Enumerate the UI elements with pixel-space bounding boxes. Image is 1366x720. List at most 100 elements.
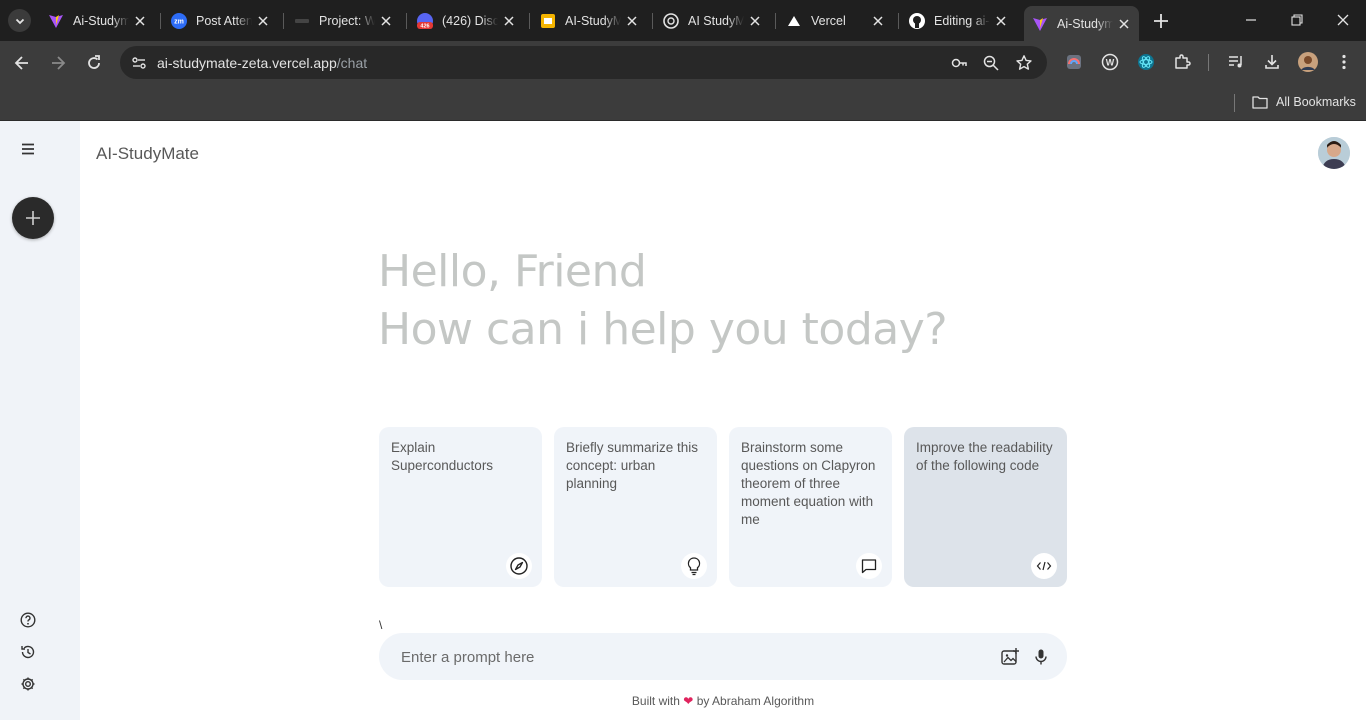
footer-prefix: Built with	[631, 694, 680, 708]
tab-title: AI StudyMate	[688, 13, 744, 28]
app-sidebar	[0, 121, 80, 720]
tab-title: (426) Discord	[442, 13, 498, 28]
suggestion-card[interactable]: Improve the readability of the following…	[904, 427, 1067, 587]
browser-tab[interactable]: Editing ai-studymate	[901, 6, 1016, 35]
browser-tab-active[interactable]: Ai-Studymate	[1024, 6, 1139, 41]
new-tab-icon[interactable]	[1151, 11, 1171, 31]
browser-tab[interactable]: Project: Web	[286, 6, 401, 35]
close-icon[interactable]	[994, 14, 1008, 28]
suggestion-card-text: Brainstorm some questions on Clapyron th…	[741, 440, 876, 527]
menu-icon[interactable]	[19, 140, 37, 158]
all-bookmarks-label: All Bookmarks	[1276, 95, 1356, 109]
url-text[interactable]: ai-studymate-zeta.vercel.app/chat	[157, 55, 367, 71]
history-icon[interactable]	[20, 644, 36, 660]
minimize-icon[interactable]	[1243, 12, 1259, 28]
tab-title: Vercel	[811, 13, 846, 28]
footer-credit: Built with ❤ by Abraham Algorithm	[80, 694, 1366, 708]
tab-title: AI-StudyMate	[565, 13, 621, 28]
browser-tab[interactable]: AI StudyMate	[655, 6, 770, 35]
browser-tab[interactable]: 426 (426) Discord	[409, 6, 524, 35]
tab-search-button[interactable]	[8, 9, 31, 32]
more-menu-icon[interactable]	[1335, 53, 1353, 71]
github-icon	[909, 12, 925, 29]
tab-separator	[283, 13, 284, 29]
chevron-down-icon	[15, 18, 24, 24]
browser-tab[interactable]: Ai-Studymate	[40, 6, 155, 35]
close-icon[interactable]	[625, 14, 639, 28]
extension-rainbow-icon[interactable]	[1065, 53, 1083, 71]
discord-badge: 426	[420, 23, 429, 29]
extension-w-icon[interactable]: W	[1101, 53, 1119, 71]
vite-icon	[1032, 16, 1048, 32]
tab-separator	[898, 13, 899, 29]
close-icon[interactable]	[502, 14, 516, 28]
slides-icon	[540, 13, 556, 29]
tab-title: Project: Web	[319, 13, 375, 28]
profile-avatar-icon[interactable]	[1298, 52, 1318, 72]
microphone-icon[interactable]	[1031, 647, 1051, 667]
vite-icon	[48, 13, 64, 29]
stray-text: \	[379, 618, 383, 632]
tab-separator	[160, 13, 161, 29]
user-avatar[interactable]	[1318, 137, 1350, 169]
extensions-puzzle-icon[interactable]	[1173, 53, 1191, 71]
bulb-icon	[681, 553, 707, 579]
new-chat-button[interactable]	[12, 197, 54, 239]
suggestion-card-text: Explain Superconductors	[391, 440, 494, 473]
suggestion-card[interactable]: Brainstorm some questions on Clapyron th…	[729, 427, 892, 587]
site-settings-icon[interactable]	[130, 54, 148, 72]
toolbar-separator	[1208, 54, 1209, 71]
footer-suffix: by Abraham Algorithm	[696, 694, 815, 708]
download-icon[interactable]	[1263, 53, 1281, 71]
settings-gear-icon[interactable]	[20, 676, 36, 692]
url-host: ai-studymate-zeta.vercel.app	[157, 55, 337, 71]
code-icon	[1031, 553, 1057, 579]
add-image-icon[interactable]	[1000, 647, 1020, 667]
help-icon[interactable]	[20, 612, 36, 628]
close-icon[interactable]	[748, 14, 762, 28]
compass-icon	[506, 553, 532, 579]
browser-tab[interactable]: AI-StudyMate	[532, 6, 647, 35]
reload-icon[interactable]	[84, 53, 104, 73]
media-control-icon[interactable]	[1227, 53, 1245, 71]
close-icon[interactable]	[133, 14, 147, 28]
greeting-line-2: How can i help you today?	[378, 304, 948, 355]
all-bookmarks-button[interactable]: All Bookmarks	[1252, 92, 1356, 112]
close-icon[interactable]	[871, 14, 885, 28]
tab-separator	[652, 13, 653, 29]
prompt-input[interactable]	[401, 646, 961, 668]
svg-text:W: W	[1106, 58, 1115, 68]
bookmarks-bar: All Bookmarks	[0, 85, 1366, 121]
tab-separator	[529, 13, 530, 29]
close-icon[interactable]	[256, 14, 270, 28]
suggestion-card[interactable]: Explain Superconductors	[379, 427, 542, 587]
restore-icon[interactable]	[1289, 12, 1305, 28]
tab-title: Editing ai-studymate	[934, 13, 990, 28]
bookmark-star-icon[interactable]	[1015, 54, 1033, 72]
tab-separator	[406, 13, 407, 29]
browser-tab[interactable]: Vercel	[778, 6, 893, 35]
bookmarks-separator	[1234, 94, 1235, 112]
close-icon[interactable]	[379, 14, 393, 28]
tab-title: Post Attendance	[196, 13, 252, 28]
svg-text:zm: zm	[174, 18, 184, 25]
window-close-icon[interactable]	[1335, 12, 1351, 28]
greeting-line-1: Hello, Friend	[378, 246, 647, 297]
user-avatar-icon	[1318, 137, 1350, 169]
heart-icon: ❤	[683, 694, 694, 708]
app-title: AI-StudyMate	[96, 144, 199, 163]
suggestion-card-text: Briefly summarize this concept: urban pl…	[566, 440, 699, 491]
suggestion-card[interactable]: Briefly summarize this concept: urban pl…	[554, 427, 717, 587]
back-icon[interactable]	[12, 53, 32, 73]
forward-icon[interactable]	[48, 53, 68, 73]
openai-icon	[663, 12, 679, 29]
address-bar[interactable]: ai-studymate-zeta.vercel.app/chat	[120, 46, 1047, 79]
close-icon[interactable]	[1117, 17, 1131, 31]
greeting: Hello, Friend How can i help you today?	[378, 243, 948, 359]
prompt-box	[379, 633, 1067, 680]
folder-icon	[1252, 96, 1268, 109]
extension-react-icon[interactable]	[1137, 53, 1155, 71]
zoom-out-icon[interactable]	[982, 54, 1000, 72]
browser-tab[interactable]: zm Post Attendance	[163, 6, 278, 35]
password-key-icon[interactable]	[950, 54, 968, 72]
